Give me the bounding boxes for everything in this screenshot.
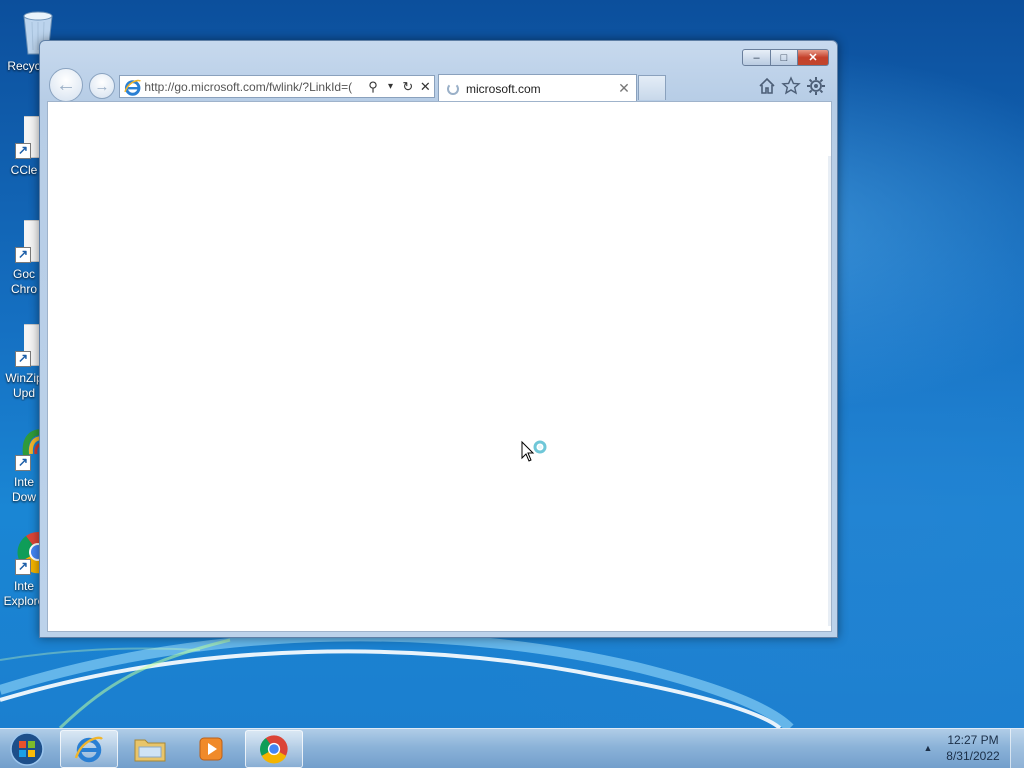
new-tab-button[interactable] [638, 75, 666, 100]
tab-title: microsoft.com [466, 81, 541, 96]
forward-arrow-icon: → [94, 77, 110, 95]
media-player-icon [199, 737, 223, 761]
scrollbar[interactable] [828, 156, 831, 626]
home-icon[interactable] [757, 76, 777, 96]
start-button[interactable] [4, 730, 50, 768]
dropdown-icon[interactable]: ▾ [382, 81, 399, 92]
address-url-text[interactable]: http://go.microsoft.com/fwlink/?LinkId=( [144, 80, 364, 94]
taskbar-media-player[interactable] [182, 730, 240, 768]
folder-icon [134, 739, 166, 762]
shortcut-arrow-icon: ↗ [15, 247, 31, 263]
stop-icon[interactable]: ✕ [417, 79, 434, 95]
busy-cursor-icon [521, 440, 547, 462]
chrome-logo-icon [260, 735, 288, 764]
loading-spinner-icon [447, 82, 459, 95]
show-desktop-button[interactable] [1010, 729, 1024, 768]
maximize-button[interactable]: □ [771, 49, 798, 66]
shortcut-arrow-icon: ↗ [15, 143, 31, 159]
gear-icon[interactable] [806, 76, 826, 96]
page-content-area[interactable] [47, 101, 832, 632]
tab-microsoft[interactable]: microsoft.com ✕ [438, 74, 637, 102]
clock-date: 8/31/2022 [946, 749, 1000, 763]
back-arrow-icon: ← [56, 73, 76, 96]
clock-time: 12:27 PM [947, 733, 999, 747]
taskbar: ▲ 12:27 PM 8/31/2022 [0, 728, 1024, 768]
taskbar-internet-explorer[interactable] [60, 730, 118, 768]
refresh-icon[interactable]: ↻ [399, 79, 416, 95]
internet-explorer-window: – □ ✕ ← → http://go.microsoft.com/fwlink… [39, 40, 838, 638]
favorites-star-icon[interactable] [781, 76, 801, 96]
shortcut-arrow-icon: ↗ [15, 351, 31, 367]
shortcut-arrow-icon: ↗ [15, 559, 31, 575]
close-button[interactable]: ✕ [798, 49, 829, 66]
show-hidden-icons-button[interactable]: ▲ [919, 739, 937, 757]
shortcut-arrow-icon: ↗ [15, 455, 31, 471]
system-clock[interactable]: 12:27 PM 8/31/2022 [940, 732, 1006, 764]
ie-favicon-icon [124, 79, 141, 96]
forward-button[interactable]: → [89, 73, 115, 99]
taskbar-windows-explorer[interactable] [121, 730, 179, 768]
window-caption-buttons: – □ ✕ [742, 49, 829, 66]
back-button[interactable]: ← [49, 68, 83, 102]
search-icon[interactable]: ⚲ [364, 79, 381, 95]
desktop: Recyc ↗ CCle ↗ Goc Chro ↗ WinZip Upd ↗ I… [0, 0, 1024, 728]
taskbar-google-chrome[interactable] [245, 730, 303, 768]
minimize-button[interactable]: – [742, 49, 771, 66]
windows-start-orb-icon [10, 732, 44, 766]
tab-close-button[interactable]: ✕ [616, 80, 632, 97]
internet-explorer-icon [74, 736, 103, 763]
address-bar[interactable]: http://go.microsoft.com/fwlink/?LinkId=(… [119, 75, 435, 98]
